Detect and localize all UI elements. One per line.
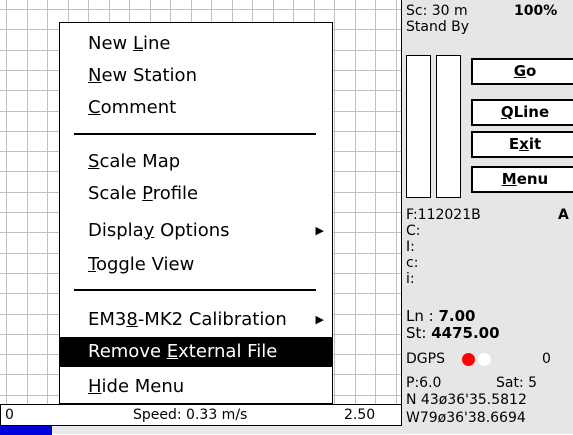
i-lower-label: i:	[406, 271, 415, 287]
latitude-readout: N 43ø36'35.5812	[406, 392, 527, 408]
speed-min-label: 0	[5, 407, 14, 423]
satellite-count: Sat: 5	[496, 375, 538, 391]
grid-line	[395, 0, 397, 406]
status-text: Stand By	[406, 19, 470, 35]
grid-line	[0, 9, 401, 10]
menu-separator	[74, 289, 316, 291]
c-upper-label: C:	[406, 223, 421, 239]
station-readout: St: 4475.00	[406, 324, 500, 342]
dgps-count: 0	[542, 351, 551, 367]
submenu-arrow-icon: ▶	[315, 313, 324, 326]
zoom-percent: 100%	[514, 3, 558, 19]
grid-line	[354, 0, 356, 406]
speed-scale: 0 Speed: 0.33 m/s 2.50	[0, 404, 402, 425]
speed-readout: Speed: 0.33 m/s	[133, 407, 248, 423]
exit-button[interactable]: Exit	[471, 131, 573, 158]
signal-meter-right	[436, 55, 461, 198]
line-readout: Ln : 7.00	[406, 307, 476, 325]
file-name: F:112021B	[406, 207, 481, 223]
menu-item-comment[interactable]: Comment	[60, 93, 332, 123]
grid-line	[334, 0, 335, 406]
menu-item-em38-calibration[interactable]: EM38-MK2 Calibration ▶	[60, 305, 332, 335]
menu-item-scale-profile[interactable]: Scale Profile	[60, 179, 332, 209]
menu-item-remove-external-file[interactable]: Remove External File	[60, 337, 332, 367]
precision-readout: P:6.0	[406, 375, 442, 391]
file-flag: A	[558, 207, 569, 223]
gps-red-indicator-icon	[462, 353, 475, 366]
status-panel: Sc: 30 m 100% Stand By Go QLine Exit Men…	[402, 0, 573, 434]
submenu-arrow-icon: ▶	[315, 224, 324, 237]
grid-line	[26, 0, 28, 406]
menu-item-hide-menu[interactable]: Hide Menu	[60, 372, 332, 402]
signal-meter-left	[406, 55, 431, 198]
grid-line	[375, 0, 376, 406]
go-button[interactable]: Go	[471, 58, 573, 85]
c-lower-label: c:	[406, 255, 419, 271]
i-upper-label: I:	[406, 239, 415, 255]
menu-item-toggle-view[interactable]: Toggle View	[60, 250, 332, 280]
gps-white-indicator-icon	[478, 353, 491, 366]
menu-button[interactable]: Menu	[471, 166, 573, 193]
dgps-label: DGPS	[406, 351, 445, 367]
grid-line	[6, 0, 7, 406]
speed-bar: 0 Speed: 0.33 m/s 2.50	[0, 404, 402, 435]
context-menu: New Line New Station Comment Scale Map S…	[59, 22, 333, 404]
speed-progress-track	[0, 425, 402, 435]
menu-item-new-station[interactable]: New Station	[60, 61, 332, 91]
menu-item-display-options[interactable]: Display Options ▶	[60, 216, 332, 246]
longitude-readout: W79ø36'38.6694	[406, 410, 526, 426]
scale-readout: Sc: 30 m	[406, 3, 468, 19]
menu-item-scale-map[interactable]: Scale Map	[60, 147, 332, 177]
menu-separator	[74, 133, 316, 135]
speed-max-label: 2.50	[344, 407, 376, 423]
menu-item-new-line[interactable]: New Line	[60, 29, 332, 59]
qline-button[interactable]: QLine	[471, 99, 573, 126]
grid-line	[47, 0, 48, 406]
